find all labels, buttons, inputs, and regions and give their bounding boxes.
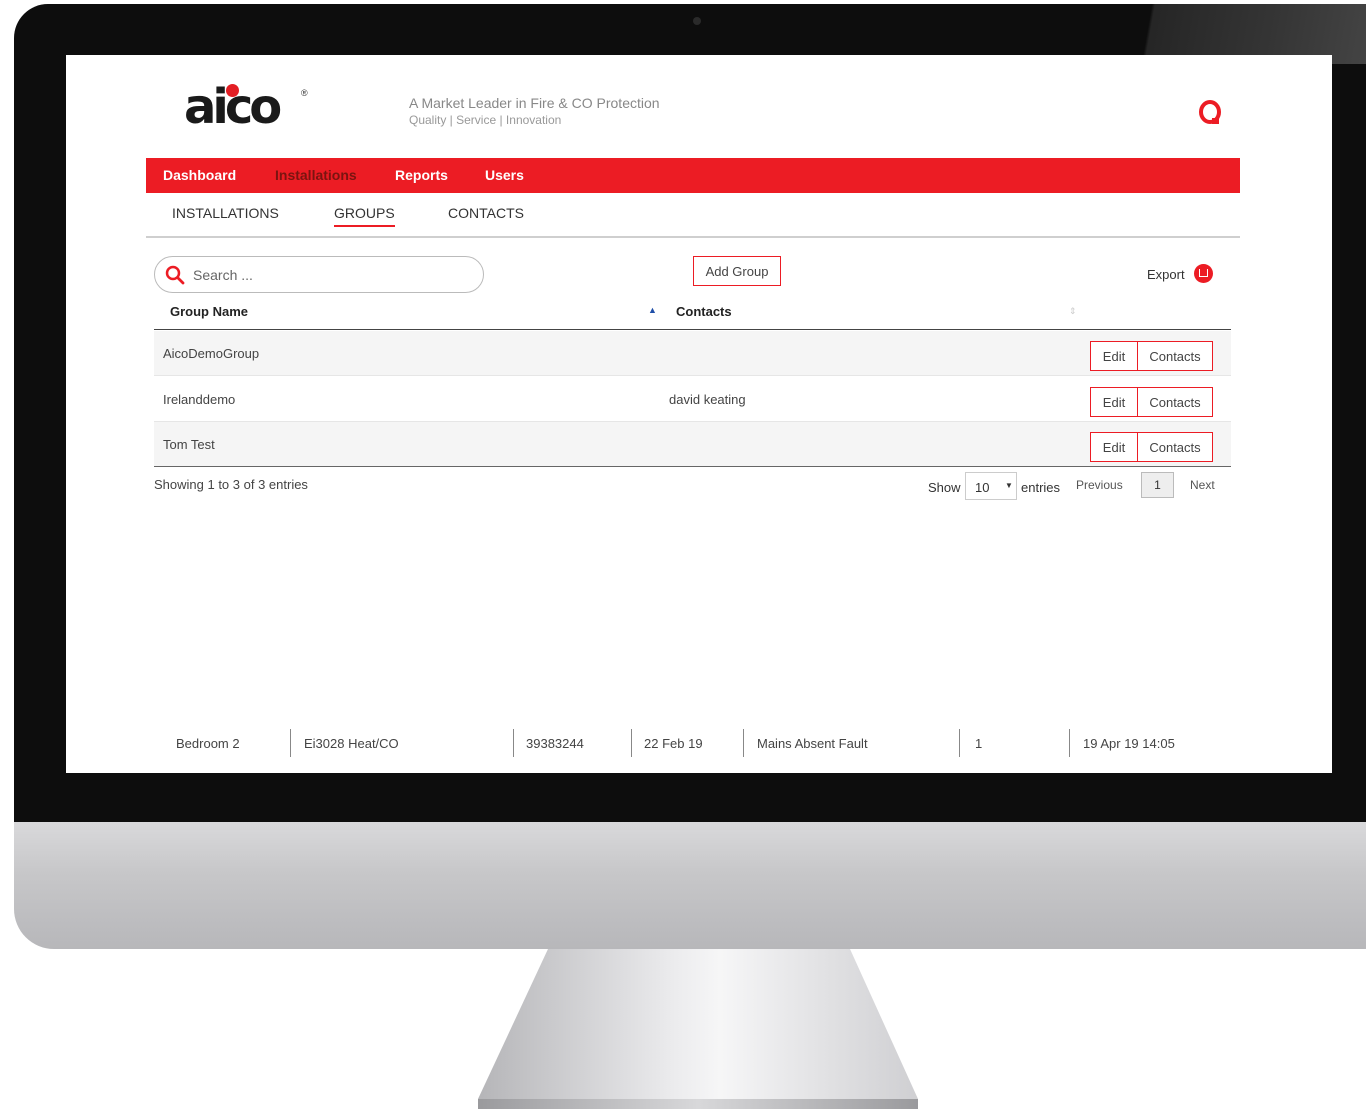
page-size-select[interactable]: 10 ▼ (965, 472, 1017, 500)
bg-cell-timestamp: 19 Apr 19 14:05 (1083, 736, 1175, 751)
sub-tabs: INSTALLATIONS GROUPS CONTACTS (146, 193, 1240, 238)
tagline-sub: Quality | Service | Innovation (409, 113, 562, 127)
header-divider (154, 329, 1231, 330)
nav-installations[interactable]: Installations (275, 167, 357, 183)
next-page-button[interactable]: Next (1190, 478, 1215, 492)
table-row: Tom Test Edit Contacts (154, 422, 1231, 467)
monitor-chin (14, 822, 1366, 949)
user-circle-icon[interactable] (1198, 99, 1222, 125)
tab-contacts[interactable]: CONTACTS (448, 205, 524, 221)
camera-icon (693, 17, 701, 25)
monitor-stand-base (478, 1099, 918, 1109)
column-divider (1069, 729, 1070, 757)
edit-button[interactable]: Edit (1090, 387, 1138, 417)
column-header-group-name[interactable]: Group Name (170, 304, 248, 319)
row-actions: Edit Contacts (1090, 387, 1213, 417)
background-table-row: Bedroom 2 Ei3028 Heat/CO 39383244 22 Feb… (154, 723, 1244, 763)
entries-label: entries (1021, 480, 1061, 495)
column-divider (513, 729, 514, 757)
group-name-cell: Irelanddemo (163, 392, 236, 407)
row-actions: Edit Contacts (1090, 341, 1213, 371)
logo-registered-mark: ® (301, 88, 308, 98)
contacts-button[interactable]: Contacts (1137, 387, 1213, 417)
dropdown-arrow-icon: ▼ (1005, 481, 1013, 490)
contacts-cell: david keating (669, 392, 746, 407)
group-name-cell: AicoDemoGroup (163, 346, 260, 361)
export-label[interactable]: Export (1147, 267, 1185, 282)
edit-button[interactable]: Edit (1090, 341, 1138, 371)
bg-cell-count: 1 (975, 736, 983, 751)
page-size-value: 10 (975, 480, 990, 495)
group-name-cell: Tom Test (163, 437, 215, 452)
logo-dot-icon (226, 84, 239, 97)
nav-users[interactable]: Users (485, 167, 524, 183)
add-group-button[interactable]: Add Group (693, 256, 781, 286)
table-row: Irelanddemo david keating Edit Contacts (154, 377, 1231, 422)
bg-cell-device: Ei3028 Heat/CO (304, 736, 399, 751)
row-actions: Edit Contacts (1090, 432, 1213, 462)
previous-page-button[interactable]: Previous (1076, 478, 1123, 492)
column-divider (959, 729, 960, 757)
tagline: A Market Leader in Fire & CO Protection (409, 95, 660, 111)
table-row: AicoDemoGroup Edit Contacts (154, 331, 1231, 376)
bg-cell-serial: 39383244 (526, 736, 584, 751)
contacts-button[interactable]: Contacts (1137, 341, 1213, 371)
edit-button[interactable]: Edit (1090, 432, 1138, 462)
sort-both-icon[interactable]: ⇕ (1069, 306, 1077, 317)
show-label: Show (928, 480, 961, 495)
nav-reports[interactable]: Reports (395, 167, 448, 183)
bg-cell-location: Bedroom 2 (176, 736, 240, 751)
search-box (154, 256, 484, 293)
sort-ascending-icon[interactable]: ▲ (648, 305, 657, 315)
tab-installations[interactable]: INSTALLATIONS (172, 205, 279, 221)
bg-cell-date: 22 Feb 19 (644, 736, 703, 751)
column-divider (743, 729, 744, 757)
page-1-button[interactable]: 1 (1141, 472, 1174, 498)
contacts-button[interactable]: Contacts (1137, 432, 1213, 462)
tab-groups[interactable]: GROUPS (334, 205, 395, 227)
search-icon (165, 265, 185, 285)
app-screen: aico ® A Market Leader in Fire & CO Prot… (66, 55, 1332, 773)
bg-cell-fault: Mains Absent Fault (757, 736, 868, 751)
column-header-contacts[interactable]: Contacts (676, 304, 732, 319)
main-nav: Dashboard Installations Reports Users (146, 158, 1240, 193)
nav-dashboard[interactable]: Dashboard (163, 167, 236, 183)
export-icon[interactable] (1194, 264, 1213, 283)
monitor-stand (478, 949, 918, 1099)
column-divider (290, 729, 291, 757)
entries-summary: Showing 1 to 3 of 3 entries (154, 477, 308, 492)
column-divider (631, 729, 632, 757)
search-input[interactable] (191, 263, 475, 287)
